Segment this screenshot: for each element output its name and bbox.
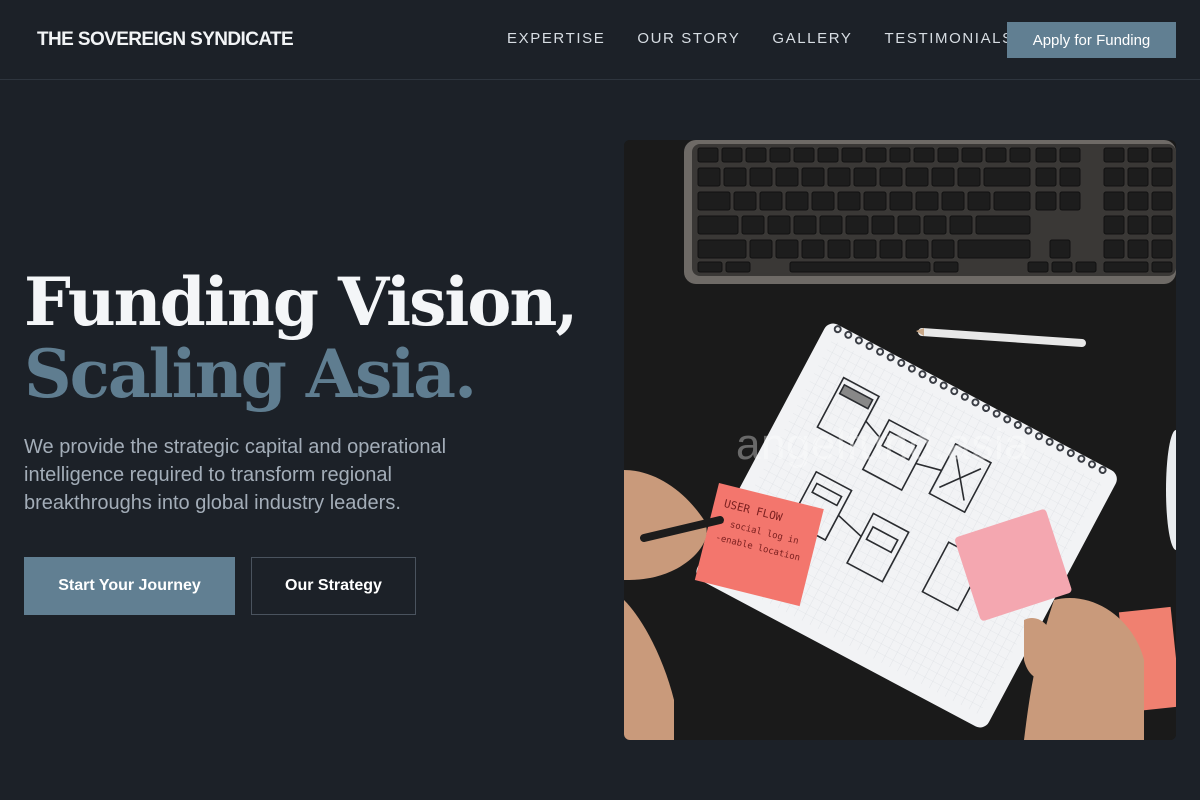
site-header: THE SOVEREIGN SYNDICATE EXPERTISE OUR ST… xyxy=(0,0,1200,80)
start-your-journey-button[interactable]: Start Your Journey xyxy=(24,557,235,615)
nav-link-expertise[interactable]: EXPERTISE xyxy=(507,30,605,47)
watermark-text: angelfund.asia xyxy=(736,420,1030,469)
nav-link-gallery[interactable]: GALLERY xyxy=(772,30,852,47)
nav-link-our-story[interactable]: OUR STORY xyxy=(637,30,740,47)
site-logo[interactable]: THE SOVEREIGN SYNDICATE xyxy=(37,29,294,51)
hero-headline: Funding Vision, Scaling Asia. xyxy=(24,263,578,413)
headline-line-2: Scaling Asia. xyxy=(24,335,477,413)
our-strategy-button[interactable]: Our Strategy xyxy=(251,557,416,615)
hero-description: We provide the strategic capital and ope… xyxy=(24,436,447,514)
apply-for-funding-button[interactable]: Apply for Funding xyxy=(1007,22,1176,58)
headline-line-1: Funding Vision, xyxy=(24,263,578,341)
keyboard-graphic xyxy=(684,140,1176,284)
nav-link-testimonials[interactable]: TESTIMONIALS xyxy=(885,30,1014,47)
primary-nav: EXPERTISE OUR STORY GALLERY TESTIMONIALS xyxy=(507,30,1046,47)
